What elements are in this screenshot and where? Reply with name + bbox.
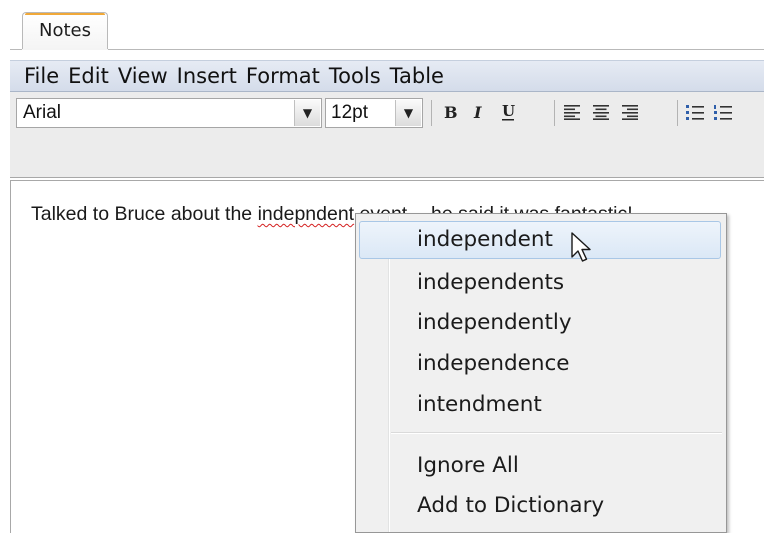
chevron-down-icon[interactable]: ▼ [294,100,320,126]
suggestion-independents[interactable]: independents [359,264,721,302]
align-left-icon [564,105,580,120]
svg-text:I: I [473,103,482,121]
underline-icon: U [502,102,515,121]
formatting-toolbar: Arial ▼ 12pt ▼ B I U [10,92,764,178]
bold-button[interactable]: B [437,98,463,126]
bullet-list-button[interactable] [682,98,708,126]
numbered-list-button[interactable] [710,98,736,126]
italic-button[interactable]: I [466,98,492,126]
menu-file[interactable]: File [24,64,59,88]
chevron-down-icon[interactable]: ▼ [395,100,421,126]
tab-strip-gap [22,49,108,50]
suggestion-intendment[interactable]: intendment [359,386,721,424]
align-center-button[interactable] [588,98,614,126]
menu-insert[interactable]: Insert [177,64,237,88]
add-to-dictionary-item[interactable]: Add to Dictionary [359,487,721,525]
bold-icon: B [444,103,458,121]
menu-format[interactable]: Format [246,64,320,88]
svg-text:B: B [444,103,458,121]
suggestion-independent[interactable]: independent [359,221,721,259]
underline-button[interactable]: U [495,98,521,126]
numbered-list-icon [714,105,732,120]
italic-icon: I [473,103,482,121]
font-family-select[interactable]: Arial ▼ [16,98,322,128]
menu-table[interactable]: Table [390,64,444,88]
toolbar-separator [554,100,555,126]
tab-strip-border [10,49,764,50]
misspelled-word[interactable]: indepndent [258,203,355,225]
tab-strip: Notes [10,8,764,50]
align-left-button[interactable] [559,98,585,126]
toolbar-separator [431,100,432,126]
menu-edit[interactable]: Edit [68,64,109,88]
toolbar-separator [677,100,678,126]
menu-bar: File Edit View Insert Format Tools Table [10,60,764,92]
ignore-all-item[interactable]: Ignore All [359,447,721,485]
align-right-icon [622,105,638,120]
note-text-before: Talked to Bruce about the [31,203,258,225]
menu-tools[interactable]: Tools [329,64,381,88]
bullet-list-icon [686,105,704,120]
align-center-icon [593,105,609,120]
menu-view[interactable]: View [118,64,168,88]
menu-separator [391,433,722,434]
font-size-select[interactable]: 12pt ▼ [325,98,423,128]
tab-notes[interactable]: Notes [22,12,108,50]
suggestion-independence[interactable]: independence [359,345,721,383]
spellcheck-context-menu: independent independents independently i… [355,213,727,533]
font-size-value: 12pt [331,102,368,123]
suggestion-independently[interactable]: independently [359,304,721,342]
align-right-button[interactable] [617,98,643,126]
font-family-value: Arial [23,102,62,123]
svg-text:U: U [502,102,515,120]
